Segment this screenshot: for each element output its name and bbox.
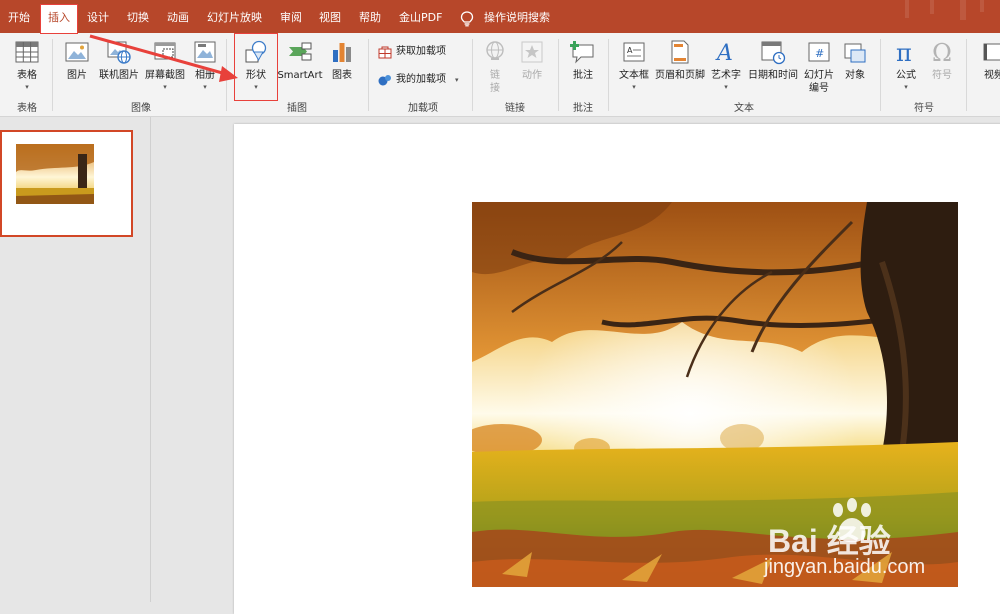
screenshot-icon [154, 42, 176, 60]
link-icon [486, 41, 504, 60]
wordart-icon: A [715, 41, 733, 65]
group-separator [472, 39, 473, 111]
title-decoration [930, 0, 934, 14]
link-label-2: 接 [490, 83, 500, 94]
date-time-label: 日期和时间 [748, 70, 798, 81]
chevron-down-icon: ▾ [904, 83, 908, 91]
group-separator [226, 39, 227, 111]
symbol-label: 符号 [932, 70, 952, 81]
slide-number-label-2: 编号 [809, 83, 829, 94]
tab-view[interactable]: 视图 [319, 0, 341, 33]
picture-icon [65, 42, 89, 62]
smartart-label: SmartArt [277, 70, 323, 81]
group-label-addins: 加载项 [408, 103, 438, 114]
highlight-shapes-button [234, 33, 278, 101]
title-decoration [960, 0, 966, 20]
lightbulb-icon [460, 11, 474, 27]
comment-icon [570, 41, 594, 64]
get-addins-button[interactable]: 获取加载项 [378, 43, 468, 61]
thumbnail-autumn-image [16, 144, 94, 204]
online-picture-label: 联机图片 [99, 70, 139, 81]
link-label-1: 链 [490, 70, 500, 81]
calendar-icon [761, 41, 786, 65]
comment-label: 批注 [573, 70, 593, 81]
tab-animations[interactable]: 动画 [167, 0, 189, 33]
ribbon-tab-bar: 开始 插入 设计 切换 动画 幻灯片放映 审阅 视图 帮助 金山PDF 操作说明… [0, 0, 1000, 33]
equation-label: 公式 [896, 70, 916, 81]
slide-thumbnail-1[interactable] [0, 130, 133, 237]
table-label: 表格 [17, 70, 37, 81]
chevron-down-icon: ▾ [203, 83, 207, 91]
wordart-label: 艺术字 [711, 70, 741, 81]
screenshot-label: 屏幕截图 [145, 70, 185, 81]
group-label-links: 链接 [505, 103, 525, 114]
slide-number-icon: # [808, 42, 830, 62]
header-footer-label: 页眉和页脚 [655, 70, 705, 81]
online-picture-icon [107, 41, 131, 64]
tab-design[interactable]: 设计 [87, 0, 109, 33]
photo-album-icon [194, 41, 216, 63]
svg-text:A: A [715, 41, 733, 65]
star-action-icon [521, 41, 543, 63]
tab-kingsoft-pdf[interactable]: 金山PDF [399, 0, 442, 33]
ribbon-insert: 表格 ▾ 表格 图片 联机图片 屏幕截图 ▾ 相册 ▾ 图像 形状 ▾ Smar… [0, 33, 1000, 117]
chevron-down-icon: ▾ [25, 83, 29, 91]
video-label: 视频 [984, 70, 1000, 81]
tab-slideshow[interactable]: 幻灯片放映 [207, 0, 262, 33]
video-icon [983, 43, 1000, 61]
group-separator [608, 39, 609, 111]
group-label-text: 文本 [734, 103, 754, 114]
table-icon [15, 41, 39, 63]
chevron-down-icon: ▾ [163, 83, 167, 91]
tell-me-search[interactable]: 操作说明搜索 [484, 0, 550, 33]
chart-label: 图表 [332, 70, 352, 81]
textbox-label: 文本框 [619, 70, 649, 81]
slide-number-label-1: 幻灯片 [804, 70, 834, 81]
title-decoration [980, 0, 984, 12]
chevron-down-icon: ▾ [455, 76, 459, 84]
object-label: 对象 [845, 70, 865, 81]
svg-text:#: # [815, 47, 824, 60]
pi-equation-icon: π [896, 39, 912, 65]
chevron-down-icon: ▾ [724, 83, 728, 91]
my-addins-label: 我的加载项 [396, 74, 446, 85]
title-decoration [905, 0, 909, 18]
slide-thumbnail-pane [0, 117, 150, 602]
chevron-down-icon: ▾ [632, 83, 636, 91]
action-label: 动作 [522, 70, 542, 81]
group-label-tables: 表格 [17, 103, 37, 114]
svg-text:π: π [896, 39, 912, 65]
svg-text:Ω: Ω [932, 39, 952, 65]
store-icon [378, 46, 392, 59]
textbox-icon: A [623, 42, 645, 62]
smartart-icon [289, 42, 312, 61]
group-separator [966, 39, 967, 111]
object-icon [844, 43, 866, 63]
bar-chart-icon [333, 43, 351, 62]
group-label-images: 图像 [131, 103, 151, 114]
pane-divider[interactable] [150, 117, 151, 602]
omega-symbol-icon: Ω [932, 39, 952, 65]
group-separator [880, 39, 881, 111]
group-label-comments: 批注 [573, 103, 593, 114]
tab-home[interactable]: 开始 [8, 0, 30, 33]
my-addins-button[interactable]: 我的加载项 ▾ [378, 71, 468, 89]
tab-help[interactable]: 帮助 [359, 0, 381, 33]
group-separator [558, 39, 559, 111]
header-footer-icon [671, 40, 689, 64]
svg-text:A: A [627, 46, 633, 55]
group-separator [52, 39, 53, 111]
tab-transitions[interactable]: 切换 [127, 0, 149, 33]
get-addins-label: 获取加载项 [396, 46, 446, 57]
group-label-symbols: 符号 [914, 103, 934, 114]
highlight-insert-tab [40, 4, 78, 34]
my-addins-icon [378, 75, 391, 86]
group-separator [368, 39, 369, 111]
baidu-watermark-url: jingyan.baidu.com [764, 556, 926, 578]
album-label: 相册 [195, 70, 215, 81]
tab-review[interactable]: 审阅 [280, 0, 302, 33]
group-label-illustrations: 插图 [287, 103, 307, 114]
picture-label: 图片 [67, 70, 87, 81]
